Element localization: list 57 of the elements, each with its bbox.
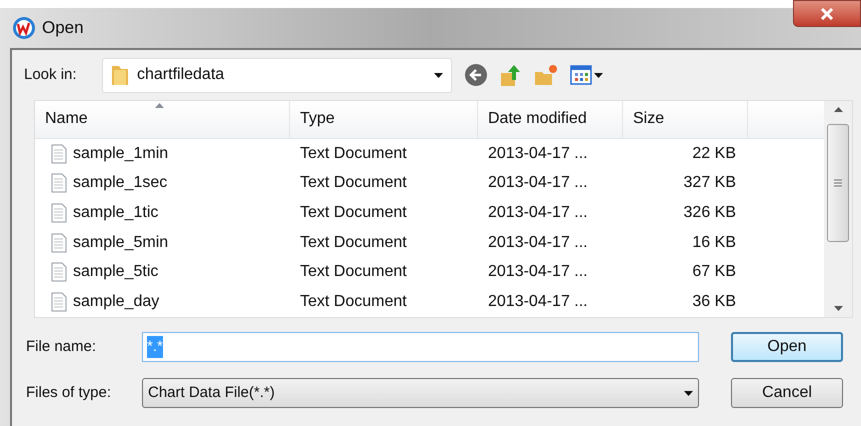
close-button[interactable] bbox=[793, 0, 861, 27]
document-icon bbox=[51, 292, 67, 312]
document-icon bbox=[51, 144, 67, 164]
look-in-dropdown[interactable]: chartfiledata bbox=[102, 58, 452, 92]
file-type-cell: Text Document bbox=[300, 234, 407, 251]
view-menu-icon[interactable] bbox=[570, 65, 603, 85]
caret-icon bbox=[434, 72, 443, 78]
file-name-cell[interactable]: sample_1sec bbox=[73, 171, 168, 196]
window-title: Open bbox=[42, 17, 84, 40]
date-modified-cell: 2013-04-17 ... bbox=[488, 263, 588, 280]
new-folder-icon[interactable] bbox=[534, 64, 558, 86]
file-type-cell: Text Document bbox=[300, 144, 407, 162]
scroll-up-arrow-icon[interactable] bbox=[834, 107, 842, 112]
vertical-scrollbar[interactable] bbox=[824, 101, 852, 317]
file-type-cell: Text Document bbox=[300, 292, 407, 310]
folder-icon bbox=[111, 64, 129, 86]
file-size-cell-text: 36 KB bbox=[692, 292, 736, 312]
file-size-cell-text: 327 KB bbox=[684, 173, 736, 194]
file-size-cell-text: 22 KB bbox=[692, 144, 736, 164]
file-type-cell: Text Document bbox=[300, 263, 407, 280]
column-header[interactable]: Date modified bbox=[478, 101, 623, 138]
dialog-button[interactable]: Cancel bbox=[731, 378, 843, 408]
document-icon bbox=[51, 232, 67, 253]
dialog-button[interactable]: Open bbox=[731, 332, 843, 362]
scroll-thumb[interactable] bbox=[827, 124, 849, 242]
file-type-dropdown[interactable]: Chart Data File(*.*) bbox=[142, 378, 699, 408]
file-name-cell[interactable]: sample_day bbox=[73, 290, 160, 314]
file-name-label: File name: bbox=[25, 336, 98, 357]
file-size-cell-text: 326 KB bbox=[684, 202, 736, 223]
file-type-cell: Text Document bbox=[300, 174, 407, 192]
date-modified-cell: 2013-04-17 ... bbox=[488, 174, 588, 192]
app-logo-icon bbox=[12, 16, 36, 40]
date-modified-cell: 2013-04-17 ... bbox=[488, 204, 588, 221]
date-modified-cell: 2013-04-17 ... bbox=[488, 234, 588, 251]
column-header[interactable]: Size bbox=[623, 101, 748, 138]
file-name-cell[interactable]: sample_1tic bbox=[73, 200, 158, 225]
file-type-label: Files of type: bbox=[25, 382, 112, 403]
file-size-cell-text: 67 KB bbox=[692, 262, 736, 282]
grip-icon bbox=[834, 179, 842, 187]
file-type-cell: Text Document bbox=[300, 204, 407, 221]
column-header[interactable]: Name bbox=[35, 101, 290, 138]
file-size-cell-text: 16 KB bbox=[692, 232, 736, 253]
file-name-cell[interactable]: sample_5tic bbox=[73, 260, 158, 284]
look-in-label: Look in: bbox=[24, 64, 78, 85]
file-name-cell[interactable]: sample_5min bbox=[73, 230, 168, 255]
document-icon bbox=[51, 202, 67, 223]
column-header[interactable]: Type bbox=[290, 101, 478, 138]
close-icon bbox=[820, 8, 834, 20]
file-name-cell[interactable]: sample_1min bbox=[73, 142, 168, 166]
caret-icon bbox=[684, 390, 693, 396]
date-modified-cell: 2013-04-17 ... bbox=[488, 292, 588, 310]
document-icon bbox=[51, 262, 67, 282]
scroll-down-arrow-icon[interactable] bbox=[834, 306, 842, 311]
date-modified-cell: 2013-04-17 ... bbox=[488, 144, 588, 162]
document-icon bbox=[51, 173, 67, 194]
folder-up-icon[interactable] bbox=[500, 63, 522, 87]
caret-icon bbox=[594, 72, 603, 78]
